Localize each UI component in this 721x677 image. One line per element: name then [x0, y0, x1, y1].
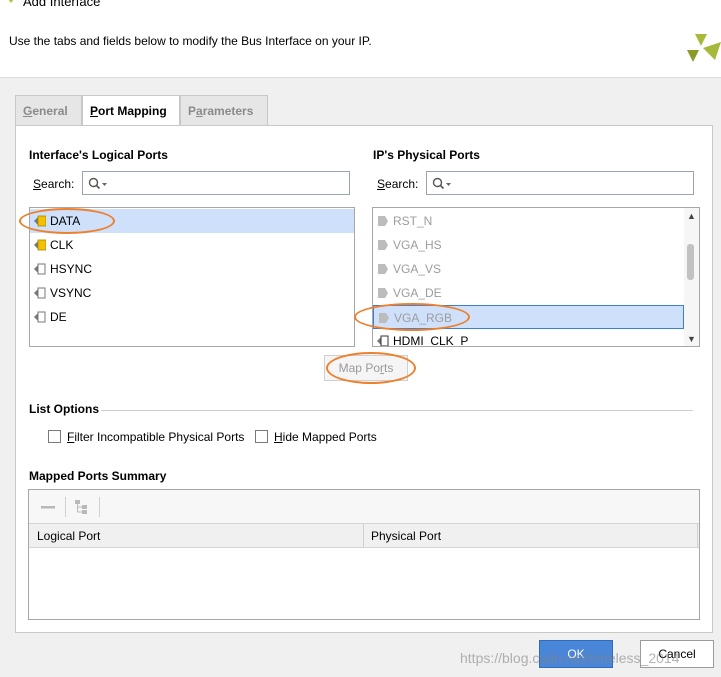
- tab-parameters[interactable]: Parameters: [180, 95, 268, 125]
- vivado-logo-icon: [687, 34, 721, 62]
- list-item-vga-vs[interactable]: VGA_VS: [373, 257, 684, 281]
- port-name: VGA_RGB: [394, 311, 453, 325]
- search-icon: [88, 177, 107, 190]
- column-logical-port[interactable]: Logical Port: [37, 529, 100, 543]
- tab-parameters-prefix: P: [188, 104, 197, 118]
- hierarchy-icon[interactable]: [73, 499, 91, 515]
- title-bar: Add Interface: [0, 0, 721, 18]
- list-item-hdmi-clk-p[interactable]: HDMI_CLK_P: [373, 329, 684, 347]
- list-item-clk[interactable]: CLK: [30, 233, 354, 257]
- mapped-ports-toolbar: [29, 490, 699, 523]
- port-name: DE: [50, 310, 67, 324]
- logical-search-text: earch:: [41, 177, 75, 191]
- physical-search-mnemonic: S: [377, 177, 386, 191]
- logical-search-input[interactable]: [82, 171, 350, 195]
- list-item-data[interactable]: DATA: [30, 209, 354, 233]
- logical-search-label: Search:: [33, 177, 74, 191]
- tab-general-mnemonic: G: [23, 104, 33, 118]
- mapped-ports-table: Logical Port Physical Port: [28, 489, 700, 620]
- physical-search-label: Search:: [377, 177, 418, 191]
- bus-port-icon: [34, 239, 46, 251]
- logical-ports-heading: Interface's Logical Ports: [29, 148, 168, 162]
- dialog-description: Use the tabs and fields below to modify …: [9, 34, 372, 48]
- tab-port-mapping[interactable]: Port Mapping: [82, 95, 180, 126]
- port-name: DATA: [50, 214, 81, 228]
- port-name: VGA_HS: [393, 238, 442, 252]
- toolbar-separator: [65, 497, 66, 517]
- port-name: RST_N: [393, 214, 433, 228]
- filter-incompatible-checkbox[interactable]: [48, 430, 61, 443]
- input-port-icon: [34, 311, 46, 323]
- port-disabled-icon: [378, 216, 388, 226]
- port-name: VGA_DE: [393, 286, 442, 300]
- physical-search-input[interactable]: [426, 171, 694, 195]
- tab-general[interactable]: General: [15, 95, 82, 125]
- port-disabled-icon: [379, 313, 389, 323]
- search-icon: [432, 177, 451, 190]
- filter-incompatible-text: ilter Incompatible Physical Ports: [74, 430, 245, 444]
- logical-search-mnemonic: S: [33, 177, 42, 191]
- toolbar-separator: [99, 497, 100, 517]
- physical-ports-heading: IP's Physical Ports: [373, 148, 480, 162]
- scroll-up-icon[interactable]: ▲: [687, 211, 696, 221]
- tab-general-label: eneral: [32, 104, 68, 118]
- list-item-vga-de[interactable]: VGA_DE: [373, 281, 684, 305]
- port-name: VSYNC: [50, 286, 92, 300]
- port-name: HDMI_CLK_P: [393, 334, 469, 347]
- list-item-vga-hs[interactable]: VGA_HS: [373, 233, 684, 257]
- map-ports-button[interactable]: Map Ports: [324, 355, 408, 381]
- port-name: CLK: [50, 238, 74, 252]
- physical-search-text: earch:: [385, 177, 419, 191]
- tab-port-mapping-mnemonic: P: [90, 104, 99, 118]
- scroll-thumb[interactable]: [687, 244, 694, 280]
- header-divider: [0, 77, 721, 78]
- mapped-ports-header-row: Logical Port Physical Port: [29, 523, 699, 548]
- list-item-de[interactable]: DE: [30, 305, 354, 329]
- port-name: HSYNC: [50, 262, 93, 276]
- port-disabled-icon: [378, 240, 388, 250]
- tab-parameters-label: rameters: [202, 104, 254, 118]
- list-options-divider: [101, 410, 693, 411]
- scroll-down-icon[interactable]: ▼: [687, 334, 696, 344]
- bus-port-icon: [34, 215, 46, 227]
- physical-list-scrollbar[interactable]: ▲ ▼: [684, 208, 699, 346]
- hide-mapped-label[interactable]: Hide Mapped Ports: [274, 430, 377, 444]
- port-disabled-icon: [378, 264, 388, 274]
- list-item-rst-n[interactable]: RST_N: [373, 209, 684, 233]
- hide-mapped-checkbox[interactable]: [255, 430, 268, 443]
- list-options-heading: List Options: [29, 402, 99, 416]
- vivado-logo-icon: [8, 0, 14, 3]
- remove-icon[interactable]: [39, 500, 57, 514]
- hide-mapped-mnemonic: H: [274, 430, 283, 444]
- port-name: VGA_VS: [393, 262, 442, 276]
- window-title: Add Interface: [23, 0, 101, 9]
- list-item-vga-rgb[interactable]: VGA_RGB: [373, 305, 684, 329]
- map-ports-label-prefix: Map Po: [338, 361, 380, 375]
- dialog-header: Use the tabs and fields below to modify …: [0, 18, 721, 78]
- input-port-icon: [34, 263, 46, 275]
- hide-mapped-text: ide Mapped Ports: [282, 430, 377, 444]
- port-disabled-icon: [378, 288, 388, 298]
- map-ports-label-rest: ts: [384, 361, 394, 375]
- physical-ports-list[interactable]: RST_N VGA_HS VGA_VS VGA_DE VGA_RGB HDMI_…: [372, 207, 700, 347]
- watermark-text: https://blog.csdn.net/timeless_2014: [460, 650, 680, 666]
- logical-ports-list[interactable]: DATA CLK HSYNC VSYNC DE: [29, 207, 355, 347]
- column-physical-port[interactable]: Physical Port: [371, 529, 441, 543]
- filter-incompatible-label[interactable]: Filter Incompatible Physical Ports: [67, 430, 244, 444]
- input-port-icon: [377, 335, 389, 346]
- mapped-ports-heading: Mapped Ports Summary: [29, 469, 167, 483]
- column-separator[interactable]: [697, 524, 698, 547]
- list-item-hsync[interactable]: HSYNC: [30, 257, 354, 281]
- input-port-icon: [34, 287, 46, 299]
- list-item-vsync[interactable]: VSYNC: [30, 281, 354, 305]
- tab-port-mapping-label: ort Mapping: [98, 104, 167, 118]
- column-separator[interactable]: [363, 524, 364, 547]
- tab-parameters-mnemonic: a: [196, 104, 203, 118]
